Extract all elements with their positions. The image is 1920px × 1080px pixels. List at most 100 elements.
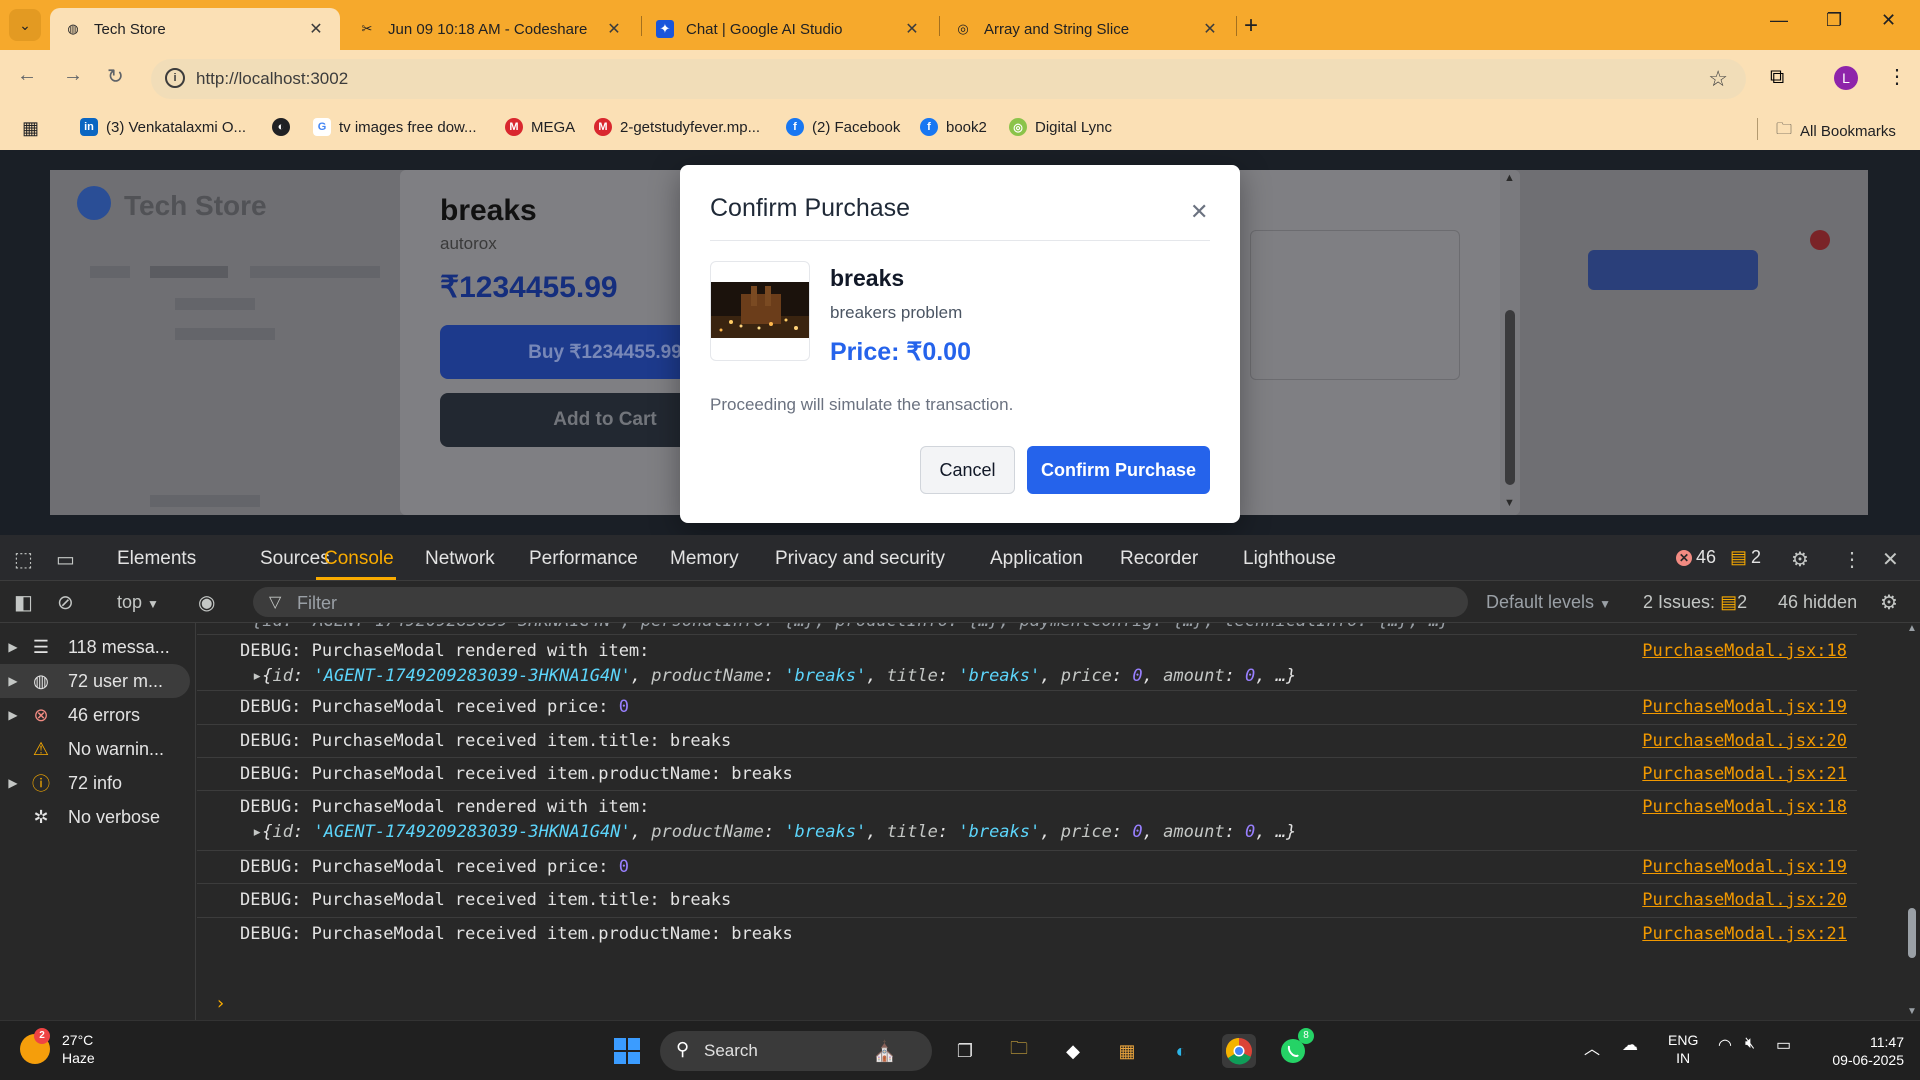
chevron-up-icon[interactable]: ︿ [1584,1035,1600,1059]
new-tab-button[interactable]: + [1244,12,1258,40]
tab-network[interactable]: Network [425,548,495,570]
nav-link[interactable] [150,266,228,278]
log-levels-dropdown[interactable]: Default levels ▼ [1486,592,1611,613]
tab-application[interactable]: Application [990,548,1083,570]
weather-widget[interactable]: 2 27°C Haze [20,1028,95,1067]
object-preview[interactable]: ▸{id: 'AGENT-1749209283039-3HKNA1G4N', p… [252,822,1296,842]
file-explorer-icon[interactable]: 🗀 [1002,1034,1036,1068]
bookmark-unnamed[interactable]: ◐ [272,118,298,136]
apps-grid-icon[interactable]: ▦ [22,118,39,139]
sidebar-item-user-messages[interactable]: ▶ ◍ 72 user m... [0,664,190,698]
source-link[interactable]: PurchaseModal.jsx:21 [1642,924,1847,944]
console-scrollbar[interactable]: ▲ ▼ [1905,623,1920,1020]
console-prompt[interactable]: › [215,993,226,1014]
source-link[interactable]: PurchaseModal.jsx:19 [1642,857,1847,877]
bookmark-facebook[interactable]: f (2) Facebook [786,118,900,136]
bookmark-star-icon[interactable]: ☆ [1708,66,1728,92]
tab-console[interactable]: Console [324,548,394,570]
mute-icon[interactable]: 🔇︎ [1745,1035,1755,1053]
restore-icon[interactable]: ❐ [1826,10,1842,31]
panel-scrollbar[interactable]: ▲ ▼ [1500,170,1520,515]
scroll-up-icon[interactable]: ▲ [1907,623,1917,634]
nav-link[interactable] [250,266,380,278]
sidebar-item-messages[interactable]: ▶ ☰ 118 messa... [0,630,190,664]
tab-array-slice[interactable]: ◎ Array and String Slice ✕ [940,8,1234,50]
battery-icon[interactable]: ▭ [1776,1035,1791,1055]
extensions-icon[interactable]: ⧉ [1770,66,1784,89]
scroll-down-icon[interactable]: ▼ [1907,1006,1917,1017]
confirm-purchase-button[interactable]: Confirm Purchase [1027,446,1210,494]
tab-performance[interactable]: Performance [529,548,638,570]
source-link[interactable]: PurchaseModal.jsx:20 [1642,890,1847,910]
profile-avatar[interactable]: L [1834,66,1858,90]
console-settings-icon[interactable]: ⚙ [1880,590,1898,615]
tab-privacy-security[interactable]: Privacy and security [775,548,945,570]
tab-recorder[interactable]: Recorder [1120,548,1198,570]
settings-gear-icon[interactable]: ⚙ [1791,547,1809,572]
bookmark-digital-lync[interactable]: ◎ Digital Lync [1009,118,1112,136]
scroll-thumb[interactable] [1505,310,1515,485]
close-icon[interactable]: ✕ [902,19,922,39]
browser-menu-icon[interactable]: ⋮ [1887,64,1907,89]
whatsapp-icon[interactable]: 8 [1276,1028,1314,1068]
sidebar-item-warnings[interactable]: ⚠ No warnin... [0,732,190,766]
edge-icon[interactable]: ◐ [1164,1034,1198,1068]
scroll-up-icon[interactable]: ▲ [1504,172,1515,184]
windows-start-icon[interactable] [610,1034,644,1068]
bookmark-mega[interactable]: M MEGA [505,118,575,136]
devtools-menu-icon[interactable]: ⋮ [1842,547,1862,572]
forward-icon[interactable]: → [63,64,83,87]
minimize-icon[interactable]: — [1770,10,1788,31]
close-icon[interactable]: ✕ [1190,199,1208,225]
bookmark-tv-images[interactable]: G tv images free dow... [313,118,477,136]
store-icon[interactable]: ▦ [1110,1034,1144,1068]
back-icon[interactable]: ← [17,64,37,87]
device-toolbar-icon[interactable]: ▭ [56,547,75,572]
scroll-down-icon[interactable]: ▼ [1504,497,1515,509]
inspect-element-icon[interactable]: ⬚ [14,547,33,572]
tab-lighthouse[interactable]: Lighthouse [1243,548,1336,570]
clear-console-icon[interactable]: ⊘ [57,590,74,615]
source-link[interactable]: PurchaseModal.jsx:18 [1642,797,1847,817]
address-bar[interactable]: i http://localhost:3002 ☆ [151,59,1746,99]
url-text[interactable]: http://localhost:3002 [196,69,348,89]
scroll-thumb[interactable] [1908,908,1916,958]
bookmark-linkedin[interactable]: in (3) Venkatalaxmi O... [80,118,246,136]
taskbar-search[interactable]: ⚲ Search ⛪ [660,1031,932,1071]
bookmark-getstudyfever[interactable]: M 2-getstudyfever.mp... [594,118,760,136]
sidebar-item-verbose[interactable]: ✲ No verbose [0,800,190,834]
tab-codeshare[interactable]: ✂ Jun 09 10:18 AM - Codeshare ✕ [344,8,638,50]
console-filter-input[interactable]: ▽ Filter [253,587,1468,617]
tab-ai-studio[interactable]: ✦ Chat | Google AI Studio ✕ [642,8,936,50]
clock[interactable]: 11:47 09-06-2025 [1818,1033,1904,1069]
cancel-button[interactable]: Cancel [920,446,1015,494]
source-link[interactable]: PurchaseModal.jsx:21 [1642,764,1847,784]
site-info-icon[interactable]: i [165,68,185,88]
wifi-icon[interactable]: ◠ [1718,1035,1732,1055]
tab-elements[interactable]: Elements [117,548,196,570]
error-issue-counter[interactable]: ✕ 46 ▤ 2 [1676,547,1761,568]
close-icon[interactable]: ✕ [1200,19,1220,39]
task-view-icon[interactable]: ❐ [948,1034,982,1068]
all-bookmarks[interactable]: 🗀 All Bookmarks [1776,118,1896,145]
app-icon[interactable]: ◆ [1056,1034,1090,1068]
context-selector[interactable]: top ▼ [117,592,159,613]
issues-button[interactable]: 2 Issues: ▤2 [1643,592,1747,613]
source-link[interactable]: PurchaseModal.jsx:20 [1642,731,1847,751]
chrome-icon[interactable] [1222,1034,1256,1068]
source-link[interactable]: PurchaseModal.jsx:18 [1642,641,1847,661]
close-icon[interactable]: ✕ [306,19,326,39]
tab-tech-store[interactable]: ◍ Tech Store ✕ [50,8,340,50]
cloud-offline-icon[interactable]: ☁ [1622,1035,1638,1055]
close-icon[interactable]: ✕ [604,19,624,39]
window-close-icon[interactable]: ✕ [1881,10,1896,31]
sidebar-item-info[interactable]: ▶ ⓘ 72 info [0,766,190,800]
tab-search-button[interactable]: ⌄ [9,9,41,41]
object-preview[interactable]: ▸{id: 'AGENT-1749209283039-3HKNA1G4N', p… [252,666,1296,686]
language-indicator[interactable]: ENG IN [1668,1031,1698,1067]
tab-memory[interactable]: Memory [670,548,739,570]
eye-icon[interactable]: ◉ [198,590,215,615]
sidebar-toggle-icon[interactable]: ◧ [14,590,33,615]
sidebar-item-errors[interactable]: ▶ ⊗ 46 errors [0,698,190,732]
nav-link[interactable] [90,266,130,278]
